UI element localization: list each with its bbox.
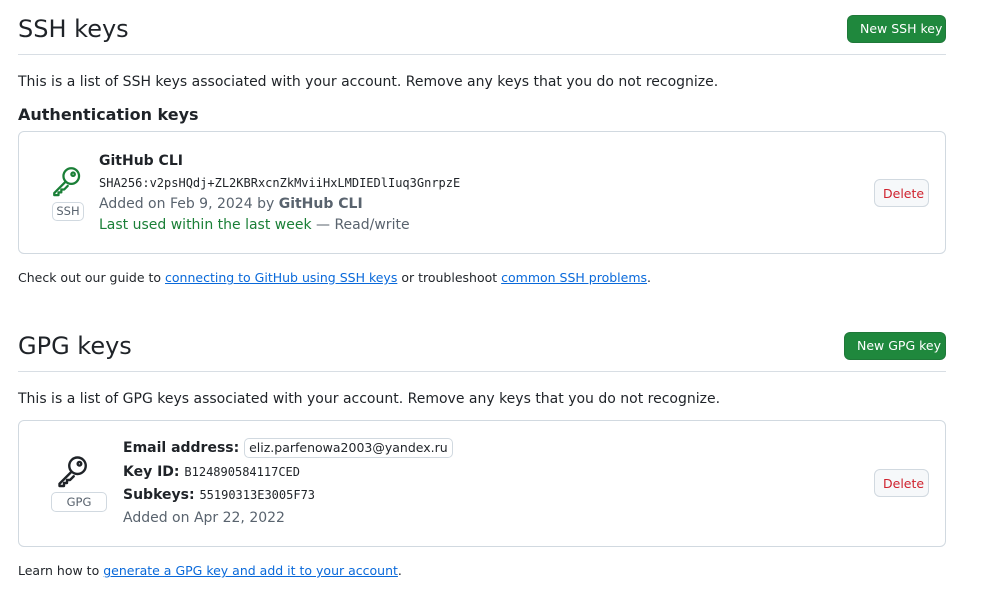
ssh-badge: SSH — [52, 202, 84, 221]
authentication-keys-heading: Authentication keys — [18, 105, 199, 124]
ssh-keys-title: SSH keys — [18, 15, 129, 43]
gpg-subkeys-label: Subkeys: — [123, 487, 195, 503]
ssh-guide-middle: or troubleshoot — [397, 270, 502, 285]
gpg-email-label: Email address: — [123, 440, 240, 456]
delete-ssh-key-button[interactable]: Delete — [874, 179, 929, 207]
key-icon — [58, 456, 87, 488]
gpg-learn-prefix: Learn how to — [18, 563, 104, 578]
gpg-keyid-value: B124890584117CED — [184, 465, 300, 479]
gpg-learn-suffix: . — [397, 563, 402, 578]
gpg-subkeys-row: Subkeys: 55190313E3005F73 — [123, 485, 315, 505]
ssh-key-name: GitHub CLI — [99, 153, 183, 169]
gpg-key-card: GPG Email address: eliz.parfenowa2003@ya… — [18, 420, 946, 547]
delete-gpg-key-button[interactable]: Delete — [874, 469, 929, 497]
ssh-problems-link[interactable]: common SSH problems — [501, 270, 647, 285]
ssh-key-access: — Read/write — [311, 217, 410, 233]
gpg-description: This is a list of GPG keys associated wi… — [18, 391, 721, 407]
gpg-learn-text: Learn how to generate a GPG key and add … — [18, 562, 402, 580]
ssh-guide-link[interactable]: connecting to GitHub using SSH keys — [165, 270, 397, 285]
gpg-generate-link[interactable]: generate a GPG key and add it to your ac… — [103, 563, 398, 578]
ssh-divider — [18, 54, 946, 55]
gpg-keyid-label: Key ID: — [123, 464, 180, 480]
key-icon — [53, 167, 81, 197]
gpg-email-row: Email address: eliz.parfenowa2003@yandex… — [123, 438, 453, 458]
new-gpg-key-button[interactable]: New GPG key — [844, 332, 946, 360]
gpg-subkeys-value: 55190313E3005F73 — [199, 488, 316, 502]
ssh-key-card: SSH GitHub CLI SHA256:v2psHQdj+ZL2KBRxcn… — [18, 131, 946, 254]
gpg-keys-title: GPG keys — [18, 332, 132, 360]
gpg-divider — [18, 371, 946, 372]
gpg-key-added: Added on Apr 22, 2022 — [123, 510, 285, 526]
gpg-email-value: eliz.parfenowa2003@yandex.ru — [244, 438, 453, 458]
ssh-description: This is a list of SSH keys associated wi… — [18, 74, 719, 90]
ssh-key-fingerprint: SHA256:v2psHQdj+ZL2KBRxcnZkMviiHxLMDIEDl… — [99, 176, 461, 190]
ssh-key-added-by: GitHub CLI — [278, 196, 363, 212]
ssh-key-added-text: Added on Feb 9, 2024 by — [99, 196, 275, 212]
ssh-key-added: Added on Feb 9, 2024 by GitHub CLI — [99, 194, 363, 214]
ssh-guide-text: Check out our guide to connecting to Git… — [18, 269, 651, 287]
ssh-key-last-used: Last used within the last week — [99, 217, 312, 233]
ssh-key-usage: Last used within the last week — Read/wr… — [99, 215, 410, 235]
gpg-keyid-row: Key ID: B124890584117CED — [123, 462, 300, 482]
ssh-guide-prefix: Check out our guide to — [18, 270, 166, 285]
new-ssh-key-button[interactable]: New SSH key — [847, 15, 946, 43]
ssh-guide-suffix: . — [647, 270, 652, 285]
gpg-badge: GPG — [51, 492, 107, 512]
